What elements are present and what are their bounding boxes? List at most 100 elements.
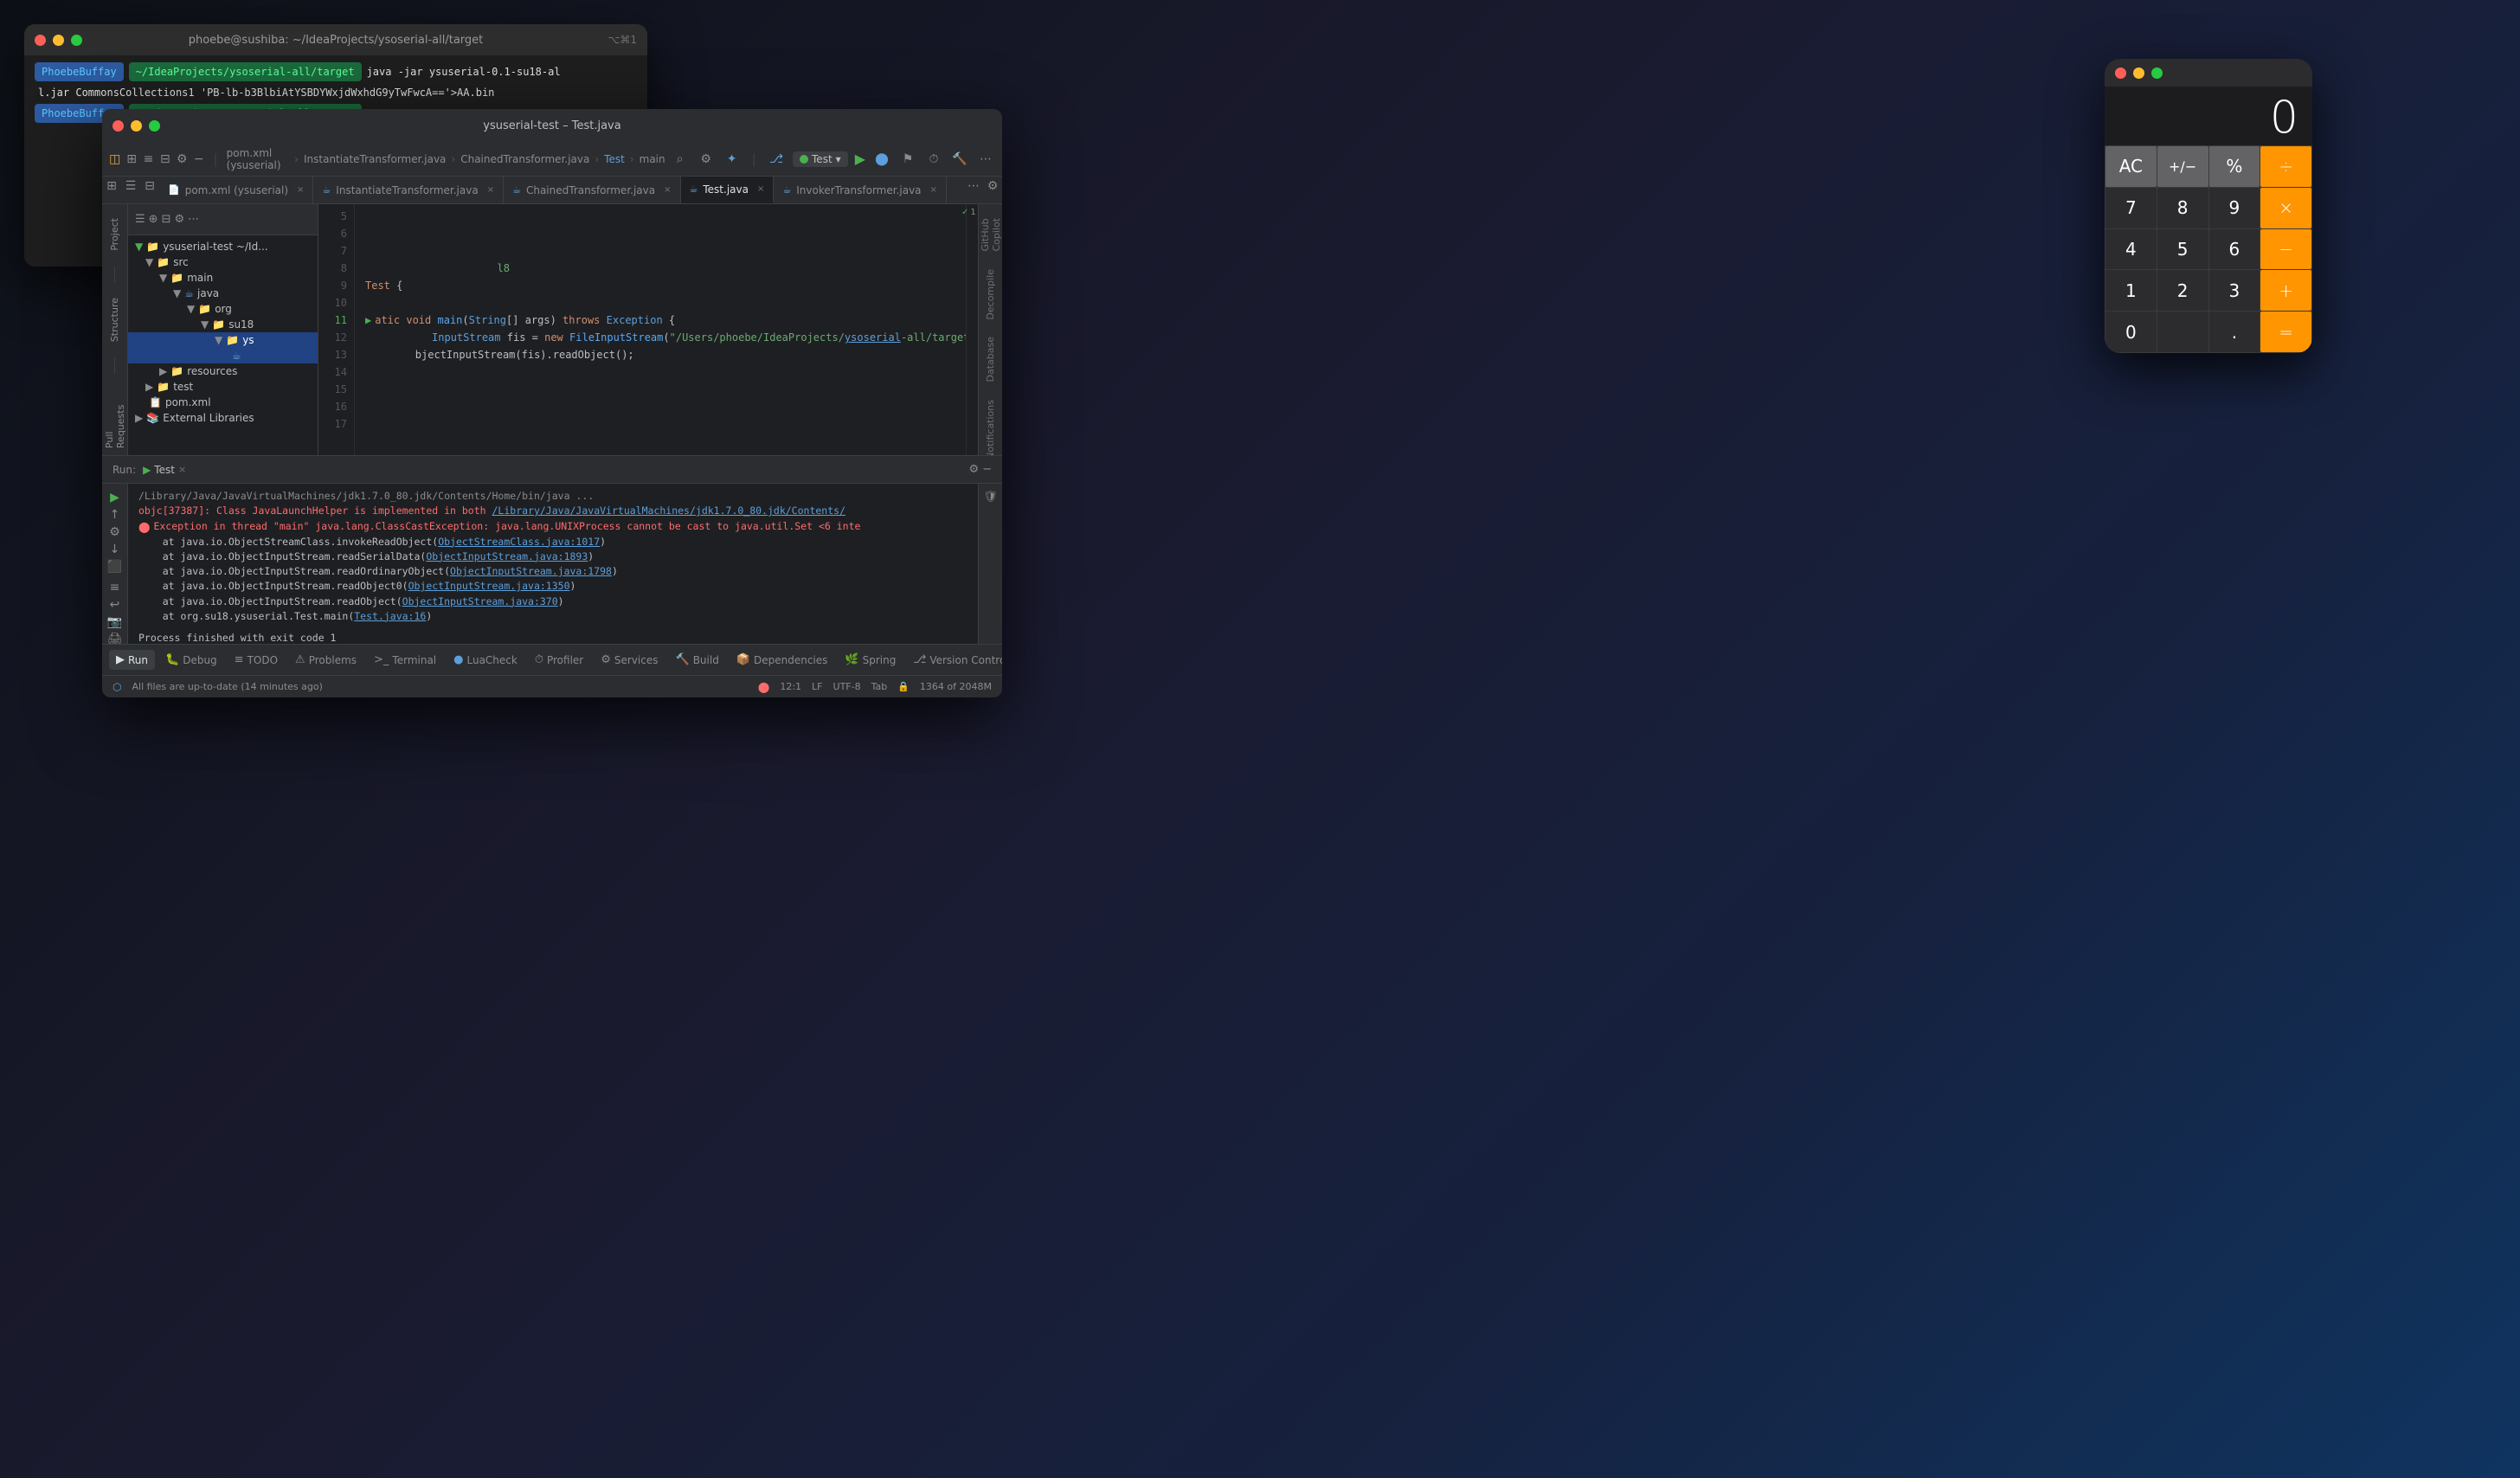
run-stop-btn[interactable]: ⬛ (107, 560, 122, 574)
toolbar-settings2-btn[interactable]: ⚙ (697, 150, 716, 169)
run-settings-icon[interactable]: ⚙ (968, 463, 979, 476)
tree-test[interactable]: ▶ 📁 test (128, 379, 318, 395)
bottom-tab-services[interactable]: ⚙ Services (594, 650, 665, 670)
pull-requests-label[interactable]: Pull Requests (102, 382, 128, 455)
bottom-tab-todo[interactable]: ≡ TODO (228, 650, 285, 670)
calc-btn-0[interactable]: 0 (2105, 312, 2157, 352)
calc-btn-multiply[interactable]: × (2260, 188, 2311, 228)
calc-btn-4[interactable]: 4 (2105, 229, 2157, 270)
tab-invoker-close[interactable]: × (930, 185, 937, 195)
bottom-tab-profiler[interactable]: ⏱ Profiler (528, 650, 590, 670)
status-position[interactable]: 12:1 (780, 681, 801, 692)
right-label-database[interactable]: Database (981, 330, 1000, 389)
calc-maximize-btn[interactable] (2151, 67, 2163, 79)
structure-label[interactable]: Structure (107, 291, 122, 349)
run-error-link-1[interactable]: /Library/Java/JavaVirtualMachines/jdk1.7… (492, 504, 846, 517)
calc-minimize-btn[interactable] (2133, 67, 2144, 79)
calc-btn-minus[interactable]: − (2260, 229, 2311, 270)
toolbar-vcs-btn[interactable]: ⎇ (767, 150, 786, 169)
run-camera-btn[interactable]: 📷 (107, 615, 122, 629)
run-stack-link-6[interactable]: Test.java:16 (354, 610, 426, 622)
toolbar-coverage-btn[interactable]: ⚑ (898, 150, 917, 169)
run-down-btn[interactable]: ↓ (110, 543, 120, 556)
bottom-tab-debug[interactable]: 🐛 Debug (158, 650, 224, 670)
tree-pom[interactable]: 📋 pom.xml (128, 395, 318, 410)
terminal-maximize-btn[interactable] (71, 35, 82, 46)
run-config[interactable]: Test ▾ (793, 151, 848, 167)
calc-btn-percent[interactable]: % (2209, 146, 2260, 187)
toolbar-project-btn[interactable]: ◫ (109, 150, 120, 169)
run-button[interactable]: ▶ (855, 151, 865, 167)
tree-java[interactable]: ▼ ☕ java (128, 286, 318, 301)
bottom-tab-luacheck[interactable]: ● LuaCheck (447, 650, 524, 670)
run-print-btn[interactable]: 🖨 (107, 633, 123, 644)
tab-chained[interactable]: ☕ ChainedTransformer.java × (504, 177, 680, 203)
tree-main[interactable]: ▼ 📁 main (128, 270, 318, 286)
bottom-tab-dependencies[interactable]: 📦 Dependencies (730, 650, 835, 670)
toolbar-profile-btn[interactable]: ⏱ (924, 150, 943, 169)
status-indent[interactable]: Tab (871, 681, 888, 692)
toolbar-nav-btn[interactable]: ≡ (143, 150, 154, 169)
tab-test-close[interactable]: × (757, 184, 764, 194)
toolbar-nav2-btn[interactable]: ⊟ (159, 150, 170, 169)
calc-btn-2[interactable]: 2 (2157, 270, 2208, 311)
toolbar-debug-btn[interactable]: ⬤ (872, 150, 891, 169)
tree-su18[interactable]: ▼ 📁 su18 (128, 317, 318, 332)
run-rerun-btn[interactable]: ▶ (110, 491, 119, 504)
code-content[interactable]: l8 Test { ▶ atic void main(String[] args… (355, 204, 966, 455)
run-settings2-btn[interactable]: ⚙ (109, 525, 120, 539)
tab-pom-xml[interactable]: 📄 pom.xml (ysuserial) × (159, 177, 313, 203)
run-stack-link-3[interactable]: ObjectInputStream.java:1798 (450, 565, 612, 577)
run-shield-icon[interactable]: 🛡 (983, 491, 998, 504)
calc-btn-equals[interactable]: = (2260, 312, 2311, 352)
toolbar-more-btn[interactable]: ⋯ (976, 150, 995, 169)
right-label-copilot[interactable]: GitHub Copilot (976, 211, 1003, 259)
calc-btn-3[interactable]: 3 (2209, 270, 2260, 311)
tab-pom-close[interactable]: × (297, 185, 304, 195)
bottom-tab-spring[interactable]: 🌿 Spring (838, 650, 903, 670)
tree-file[interactable]: ☕ (128, 348, 318, 363)
terminal-close-btn[interactable] (35, 35, 46, 46)
calc-btn-6[interactable]: 6 (2209, 229, 2260, 270)
tree-org[interactable]: ▼ 📁 org (128, 301, 318, 317)
calc-btn-9[interactable]: 9 (2209, 188, 2260, 228)
tabs-expand-btn[interactable]: ⊟ (140, 177, 159, 196)
tabs-more-btn[interactable]: ⋯ (964, 177, 983, 196)
bottom-tab-run[interactable]: ▶ Run (109, 650, 155, 670)
run-panel-tab[interactable]: ▶ Test × (143, 464, 186, 476)
toolbar-copilot-btn[interactable]: ✦ (723, 150, 742, 169)
bottom-tab-vcs[interactable]: ⎇ Version Control (906, 650, 1002, 670)
run-close-icon[interactable]: − (982, 463, 992, 476)
toolbar-structure-btn[interactable]: ⊞ (125, 150, 137, 169)
tab-test[interactable]: ☕ Test.java × (681, 177, 775, 203)
bottom-tab-build[interactable]: 🔨 Build (669, 650, 726, 670)
idea-minimize-btn[interactable] (131, 120, 142, 132)
run-stack-link-5[interactable]: ObjectInputStream.java:370 (402, 595, 558, 607)
right-label-decompile[interactable]: Decompile (981, 262, 1000, 327)
tree-src[interactable]: ▼ 📁 src (128, 254, 318, 270)
status-vcs-icon[interactable]: ⬡ (112, 681, 121, 693)
toolbar-minus-btn[interactable]: − (193, 150, 204, 169)
terminal-minimize-btn[interactable] (53, 35, 64, 46)
toolbar-settings-btn[interactable]: ⚙ (177, 150, 188, 169)
bottom-tab-terminal[interactable]: >_ Terminal (367, 650, 443, 670)
tree-external[interactable]: ▶ 📚 External Libraries (128, 410, 318, 426)
tab-chained-close[interactable]: × (664, 185, 671, 195)
run-up-btn[interactable]: ↑ (110, 508, 120, 522)
calc-btn-ac[interactable]: AC (2105, 146, 2157, 187)
tree-ys[interactable]: ▼ 📁 ys (128, 332, 318, 348)
tab-invoker[interactable]: ☕ InvokerTransformer.java × (774, 177, 947, 203)
calc-btn-1[interactable]: 1 (2105, 270, 2157, 311)
toolbar-search-btn[interactable]: ⌕ (671, 150, 690, 169)
right-label-notifications[interactable]: Notifications (981, 393, 1000, 455)
tabs-layout-btn[interactable]: ⊞ (102, 177, 121, 196)
tab-instantiate[interactable]: ☕ InstantiateTransformer.java × (313, 177, 504, 203)
tree-project-root[interactable]: ▼ 📁 ysuserial-test ~/Id... (128, 239, 318, 254)
run-stack-link-2[interactable]: ObjectInputStream.java:1893 (426, 550, 588, 562)
status-encoding[interactable]: LF (812, 681, 822, 692)
run-stack-link-4[interactable]: ObjectInputStream.java:1350 (408, 580, 570, 592)
calc-btn-dot[interactable]: . (2209, 312, 2260, 352)
run-stack-link-1[interactable]: ObjectStreamClass.java:1017 (438, 536, 600, 548)
calc-btn-sign[interactable]: +/− (2157, 146, 2208, 187)
calc-btn-7[interactable]: 7 (2105, 188, 2157, 228)
